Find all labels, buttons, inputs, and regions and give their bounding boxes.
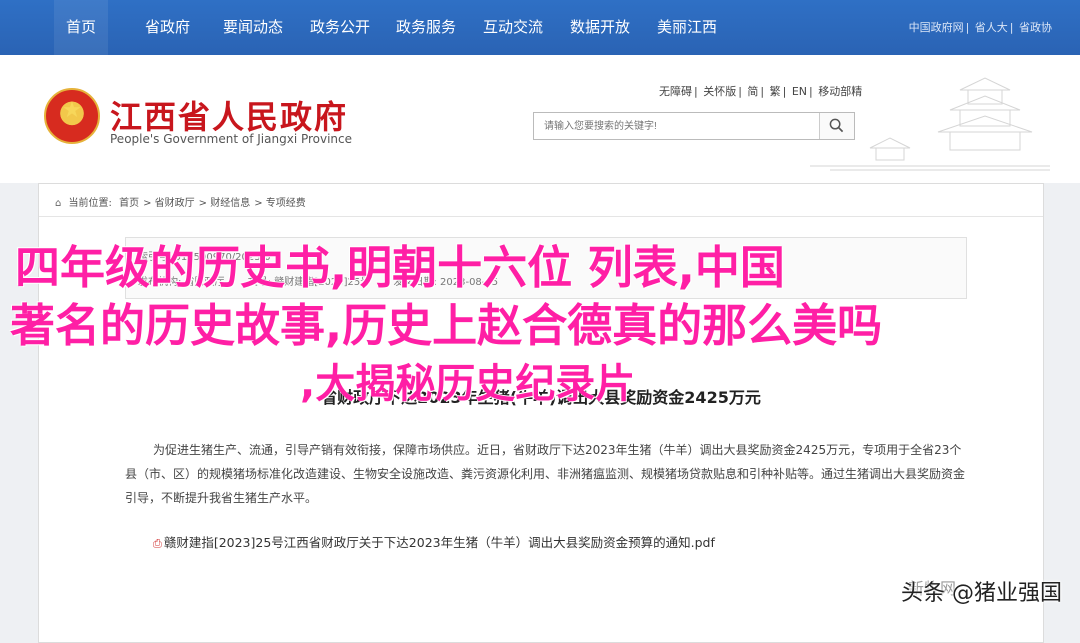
link-china-gov[interactable]: 中国政府网 bbox=[909, 21, 964, 34]
nav-gov-affairs-open[interactable]: 政务公开 bbox=[298, 0, 382, 55]
nav-home[interactable]: 首页 bbox=[54, 0, 109, 55]
nav-province-gov[interactable]: 省政府 bbox=[133, 0, 202, 55]
link-provincial-congress[interactable]: 省人大 bbox=[975, 21, 1008, 34]
tengwang-pavilion-illustration bbox=[810, 77, 1050, 171]
link-cppcc[interactable]: 省政协 bbox=[1019, 21, 1052, 34]
top-nav: 首页 省政府 要闻动态 政务公开 政务服务 互动交流 数据开放 美丽江西 中国政… bbox=[0, 0, 1080, 55]
divider bbox=[39, 216, 1043, 217]
overlay-line-1: 四年级的历史书,明朝十六位 列表,中国 bbox=[15, 241, 785, 294]
national-emblem-icon bbox=[44, 88, 100, 144]
breadcrumb: ⌂ 当前位置: 首页 > 省财政厅 > 财经信息 > 专项经费 bbox=[55, 198, 306, 209]
attachment-name: 赣财建指[2023]25号江西省财政厅关于下达2023年生猪（牛羊）调出大县奖励… bbox=[163, 535, 715, 550]
overlay-line-3: ,大揭秘历史纪录片 bbox=[300, 361, 636, 407]
location-icon: ⌂ bbox=[55, 198, 62, 209]
author-watermark: 头条 @猪业强国 bbox=[901, 581, 1062, 606]
nav-news[interactable]: 要闻动态 bbox=[211, 0, 295, 55]
article-paragraph: 为促进生猪生产、流通，引导产销有效衔接，保障市场供应。近日，省财政厅下达2023… bbox=[125, 443, 966, 505]
search-input[interactable] bbox=[534, 113, 839, 139]
overlay-line-2: 著名的历史故事,历史上赵合德真的那么美吗 bbox=[10, 299, 883, 352]
breadcrumb-home[interactable]: 首页 bbox=[119, 198, 139, 209]
link-care-version[interactable]: 关怀版 bbox=[703, 85, 736, 98]
nav-open-data[interactable]: 数据开放 bbox=[558, 0, 642, 55]
external-links: 中国政府网 | 省人大 | 省政协 bbox=[908, 21, 1052, 34]
link-traditional[interactable]: 繁 bbox=[770, 85, 781, 98]
search-box bbox=[533, 112, 855, 140]
nav-interaction[interactable]: 互动交流 bbox=[471, 0, 555, 55]
link-simplified[interactable]: 简 bbox=[747, 85, 758, 98]
breadcrumb-finance-info[interactable]: 财经信息 bbox=[210, 198, 250, 209]
breadcrumb-special-funds[interactable]: 专项经费 bbox=[266, 198, 306, 209]
link-accessibility[interactable]: 无障碍 bbox=[659, 85, 692, 98]
pdf-icon: ⎙ bbox=[153, 537, 162, 550]
breadcrumb-finance-dept[interactable]: 省财政厅 bbox=[155, 198, 195, 209]
nav-gov-services[interactable]: 政务服务 bbox=[384, 0, 468, 55]
attachment-link[interactable]: ⎙ 赣财建指[2023]25号江西省财政厅关于下达2023年生猪（牛羊）调出大县奖… bbox=[153, 532, 715, 551]
link-english[interactable]: EN bbox=[792, 85, 807, 98]
breadcrumb-label: 当前位置: bbox=[68, 198, 112, 209]
site-subtitle-en: People's Government of Jiangxi Province bbox=[110, 132, 353, 146]
nav-beautiful-jiangxi[interactable]: 美丽江西 bbox=[645, 0, 729, 55]
site-header: 江西省人民政府 People's Government of Jiangxi P… bbox=[0, 55, 1080, 183]
